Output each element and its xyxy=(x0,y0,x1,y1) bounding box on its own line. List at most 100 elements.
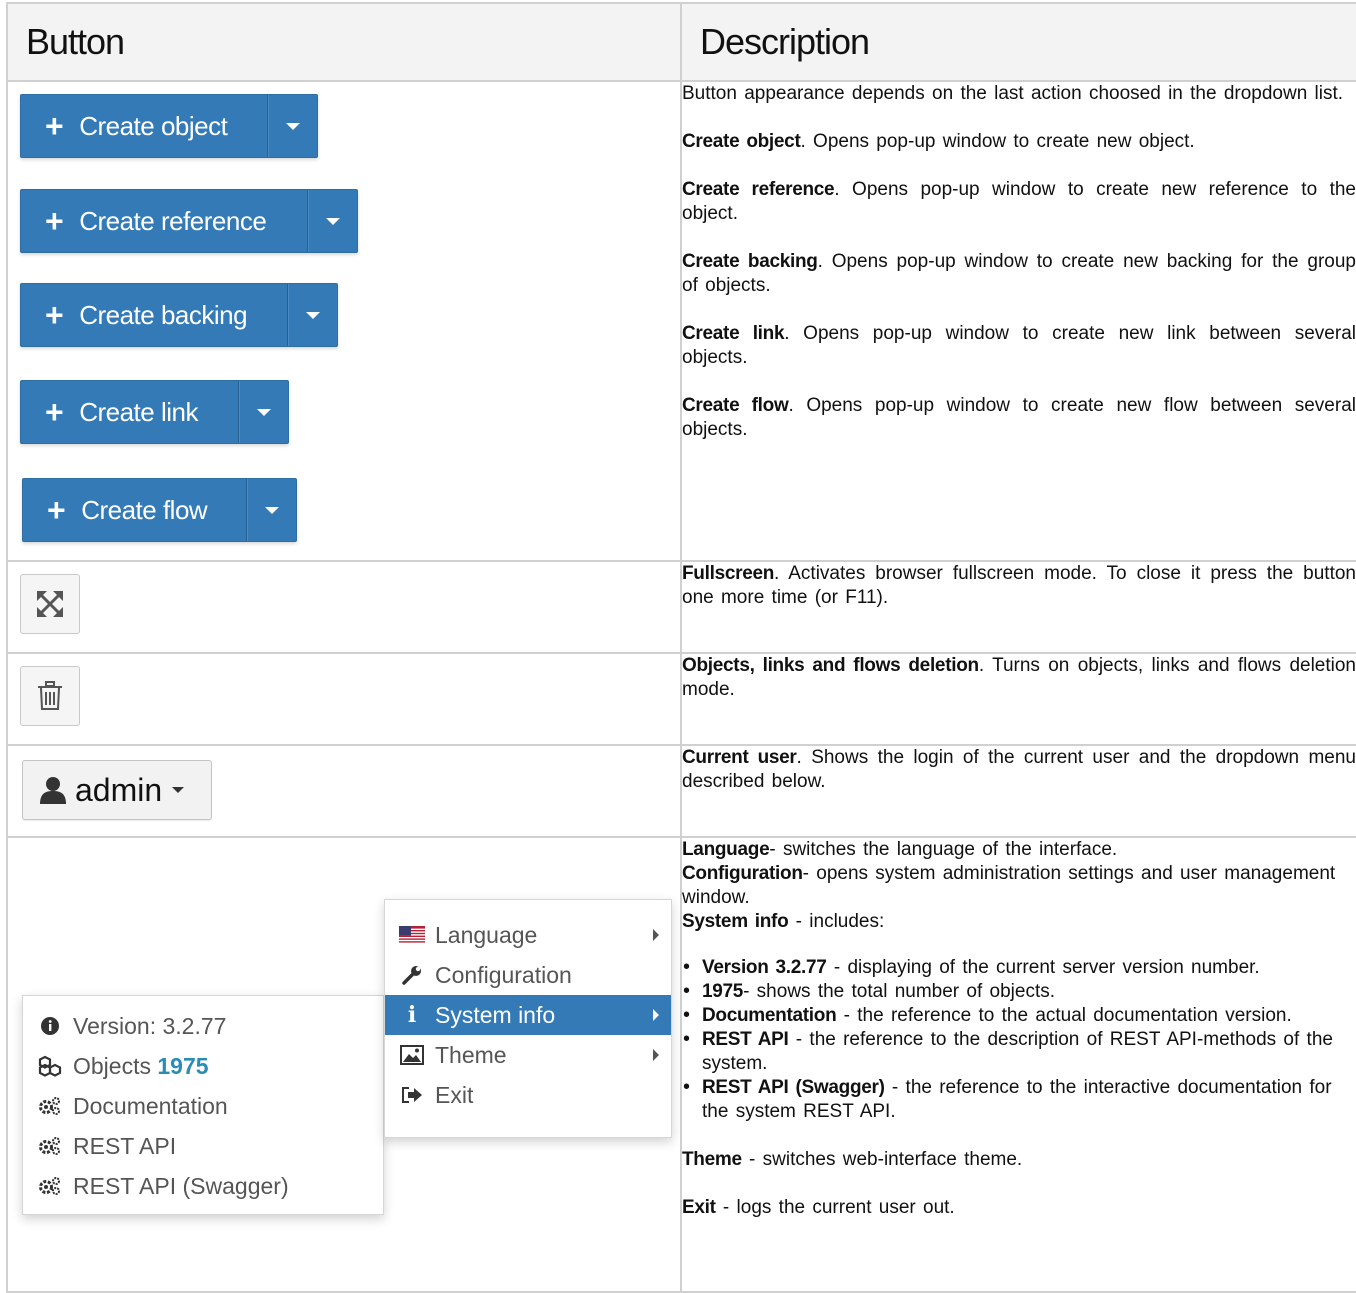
sign-out-icon xyxy=(399,1086,425,1104)
submenu-objects: Objects 1975 xyxy=(23,1046,383,1086)
cogs-icon xyxy=(37,1096,63,1116)
deletion-cell xyxy=(6,652,682,746)
system-info-label: System info xyxy=(435,1001,556,1028)
term: Create link xyxy=(682,323,785,344)
submenu-rest-api[interactable]: REST API xyxy=(23,1126,383,1166)
fullscreen-button[interactable] xyxy=(20,574,80,634)
theme-label: Theme xyxy=(435,1041,507,1068)
create-reference-desc: Create reference. Opens pop-up window to… xyxy=(682,178,1356,226)
create-flow-dropdown-toggle[interactable] xyxy=(247,479,296,541)
submenu-documentation[interactable]: Documentation xyxy=(23,1086,383,1126)
desc-text: - the reference to the description of RE… xyxy=(702,1029,1333,1074)
objects-label: Objects xyxy=(73,1052,151,1079)
create-reference-button[interactable]: + Create reference xyxy=(20,189,358,253)
rest-api-label: REST API xyxy=(73,1132,177,1159)
create-reference-label: Create reference xyxy=(79,205,267,236)
info-circle-icon xyxy=(37,1016,63,1036)
desc-text: . Activates browser fullscreen mode. To … xyxy=(682,563,1356,608)
plus-icon: + xyxy=(47,492,66,528)
create-object-button[interactable]: + Create object xyxy=(20,94,318,158)
term: Exit xyxy=(682,1197,716,1218)
submenu-version: Version: 3.2.77 xyxy=(23,1006,383,1046)
create-link-button[interactable]: + Create link xyxy=(20,380,289,444)
desc-text: - shows the total number of objects. xyxy=(743,981,1056,1002)
plus-icon: + xyxy=(45,297,64,333)
list-item: 1975- shows the total number of objects. xyxy=(683,979,1356,1004)
user-dropdown-menu: Language Configuration i System info The… xyxy=(384,899,672,1138)
plus-icon: + xyxy=(45,394,64,430)
system-info-submenu: Version: 3.2.77 Objects 1975 Documentati… xyxy=(22,995,384,1215)
user-name: admin xyxy=(75,771,163,808)
language-label: Language xyxy=(435,921,538,948)
caret-down-icon xyxy=(265,506,279,514)
caret-down-icon xyxy=(257,408,271,416)
current-user-desc: Current user. Shows the login of the cur… xyxy=(682,746,1356,794)
cubes-icon xyxy=(37,1055,63,1077)
cogs-icon xyxy=(37,1136,63,1156)
caret-right-icon xyxy=(653,1009,659,1021)
create-object-desc: Create object. Opens pop-up window to cr… xyxy=(682,130,1356,154)
exit-line: Exit - logs the current user out. xyxy=(682,1196,1356,1220)
version-label: Version: 3.2.77 xyxy=(73,1012,227,1039)
menu-item-system-info[interactable]: i System info xyxy=(385,995,671,1035)
picture-icon xyxy=(399,1045,425,1065)
deletion-desc: Objects, links and flows deletion. Turns… xyxy=(682,654,1356,702)
term: REST API xyxy=(702,1029,789,1050)
menu-item-theme[interactable]: Theme xyxy=(385,1035,671,1075)
create-backing-label: Create backing xyxy=(79,299,248,330)
caret-down-icon xyxy=(172,787,185,793)
configuration-label: Configuration xyxy=(435,961,572,988)
fullscreen-cell xyxy=(6,560,682,654)
menu-item-configuration[interactable]: Configuration xyxy=(385,955,671,995)
term: Create reference xyxy=(682,179,835,200)
wrench-icon xyxy=(399,964,425,986)
menu-item-language[interactable]: Language xyxy=(385,915,671,955)
create-reference-dropdown-toggle[interactable] xyxy=(308,190,357,252)
desc-text: - includes: xyxy=(788,911,885,932)
create-object-label: Create object xyxy=(79,110,228,141)
user-menu-button[interactable]: admin xyxy=(22,760,212,820)
current-user-description: Current user. Shows the login of the cur… xyxy=(680,744,1356,838)
plus-icon: + xyxy=(45,203,64,239)
column-header-description: Description xyxy=(680,2,1356,82)
create-object-dropdown-toggle[interactable] xyxy=(268,95,317,157)
plus-icon: + xyxy=(45,108,64,144)
user-menu-cell: Version: 3.2.77 Objects 1975 Documentati… xyxy=(6,836,682,1293)
term: Current user xyxy=(682,747,797,768)
deletion-mode-button[interactable] xyxy=(20,666,80,726)
caret-down-icon xyxy=(306,311,320,319)
deletion-description: Objects, links and flows deletion. Turns… xyxy=(680,652,1356,746)
create-flow-button[interactable]: + Create flow xyxy=(22,478,297,542)
us-flag-icon xyxy=(399,926,425,944)
term: Objects, links and flows deletion xyxy=(682,655,979,676)
create-flow-desc: Create flow. Opens pop-up window to crea… xyxy=(682,394,1356,442)
term: Create object xyxy=(682,131,801,152)
caret-right-icon xyxy=(653,1049,659,1061)
create-link-desc: Create link. Opens pop-up window to crea… xyxy=(682,322,1356,370)
term: System info xyxy=(682,911,789,932)
exit-label: Exit xyxy=(435,1081,474,1108)
desc-text: - the reference to the actual documentat… xyxy=(836,1005,1292,1026)
term: Documentation xyxy=(702,1005,837,1026)
term: Configuration xyxy=(682,863,803,884)
theme-line: Theme - switches web-interface theme. xyxy=(682,1148,1356,1172)
term: Create backing xyxy=(682,251,818,272)
documentation-label: Documentation xyxy=(73,1092,228,1119)
current-user-cell: admin xyxy=(6,744,682,838)
fullscreen-description: Fullscreen. Activates browser fullscreen… xyxy=(680,560,1356,654)
term: Language xyxy=(682,839,770,860)
submenu-rest-api-swagger[interactable]: REST API (Swagger) xyxy=(23,1166,383,1206)
button-reference-table: Button Description + Create object + Creat… xyxy=(6,2,1356,1293)
create-backing-button[interactable]: + Create backing xyxy=(20,283,338,347)
user-menu-description: Language- switches the language of the i… xyxy=(680,836,1356,1293)
list-item: REST API - the reference to the descript… xyxy=(683,1027,1356,1076)
create-backing-dropdown-toggle[interactable] xyxy=(288,284,337,346)
desc-text: . Opens pop-up window to create new link… xyxy=(682,323,1356,368)
create-backing-desc: Create backing. Opens pop-up window to c… xyxy=(682,250,1356,298)
menu-item-exit[interactable]: Exit xyxy=(385,1075,671,1115)
list-item: REST API (Swagger) - the reference to th… xyxy=(683,1075,1356,1124)
objects-count: 1975 xyxy=(157,1052,209,1079)
term: REST API (Swagger) xyxy=(702,1077,885,1098)
create-link-dropdown-toggle[interactable] xyxy=(239,381,288,443)
term: 1975 xyxy=(702,981,744,1002)
